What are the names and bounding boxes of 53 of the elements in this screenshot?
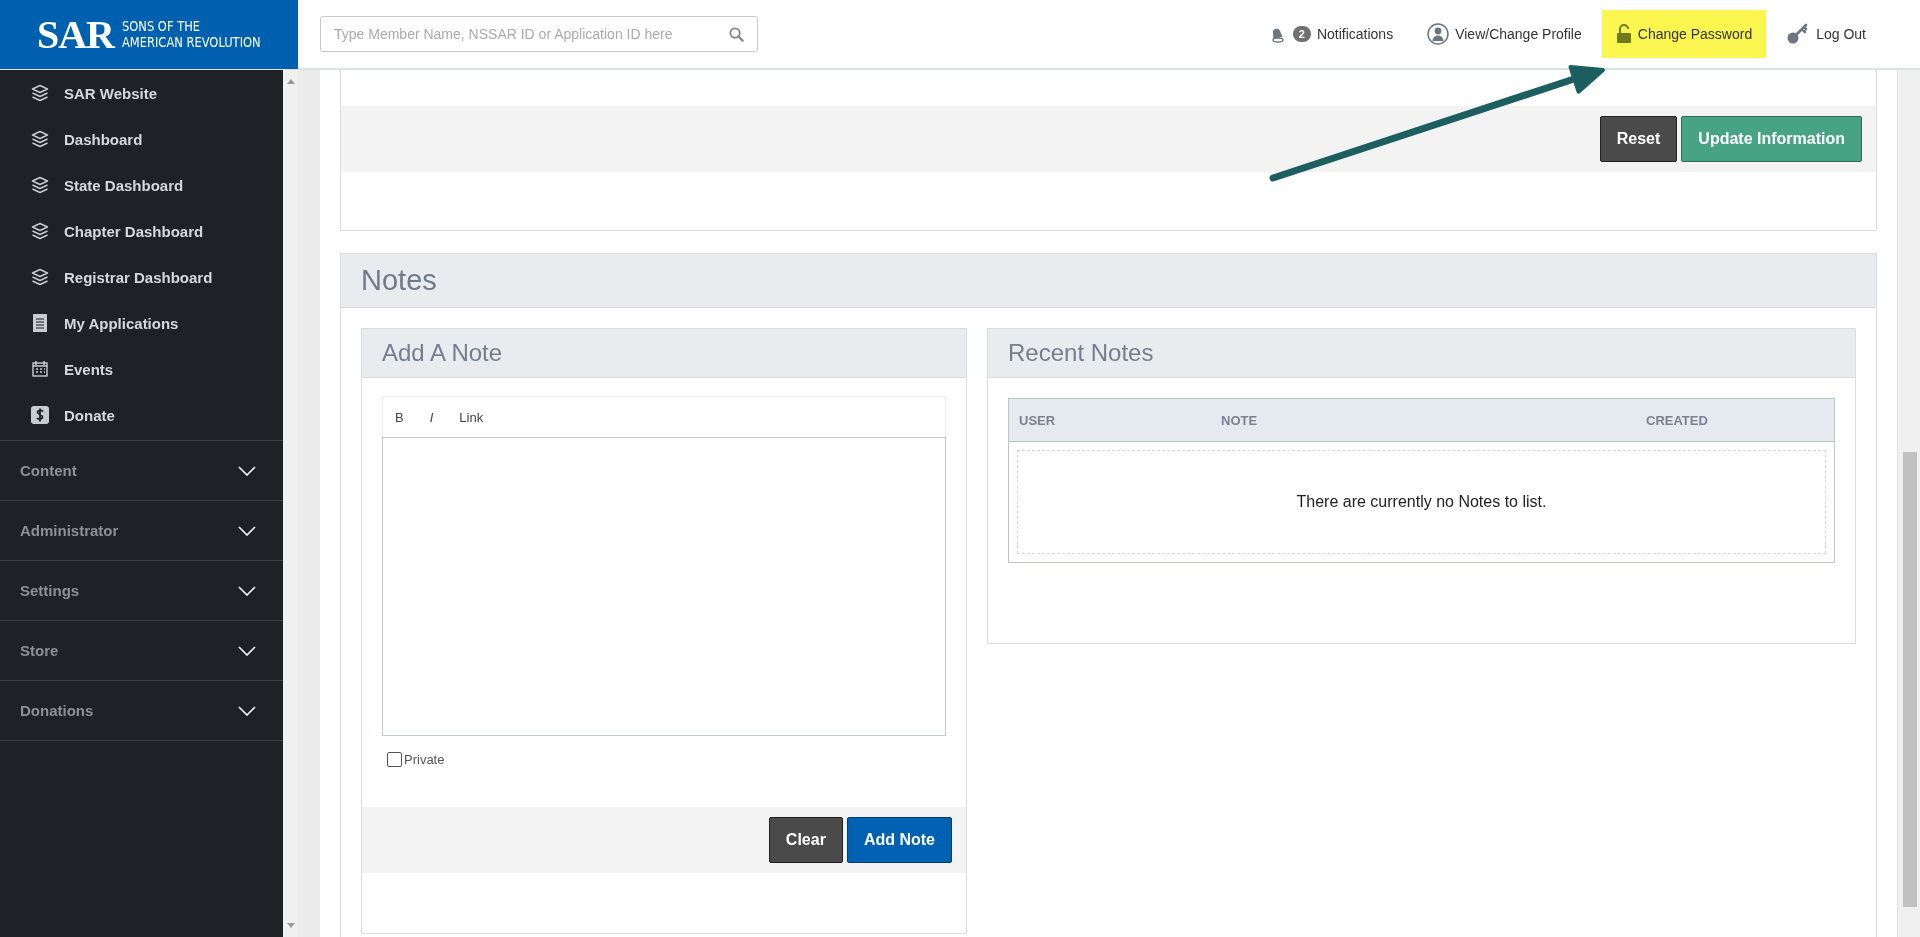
layers-icon	[31, 268, 49, 286]
sidebar-item[interactable]: State Dashboard	[0, 162, 283, 208]
sidebar-item[interactable]: Dashboard	[0, 116, 283, 162]
nav-link[interactable]: 2 Notifications	[1252, 10, 1408, 58]
column-header: USER	[1019, 412, 1057, 428]
column-header: NOTE	[1221, 412, 1259, 428]
form-button[interactable]: Reset	[1599, 116, 1678, 162]
user-icon	[1427, 23, 1450, 45]
search-icon	[729, 27, 744, 42]
nav-link[interactable]: Change Password	[1601, 10, 1767, 58]
sidebar-item[interactable]: Chapter Dashboard	[0, 208, 283, 254]
form-button[interactable]: Add Note	[846, 817, 952, 863]
layers-icon	[31, 176, 49, 194]
nav-link[interactable]: View/Change Profile	[1413, 10, 1596, 58]
format-button[interactable]: I	[417, 405, 446, 429]
scroll-down-icon[interactable]	[286, 923, 295, 929]
chevron-icon	[238, 465, 256, 476]
layers-icon	[31, 222, 49, 240]
search-field[interactable]: Type Member Name, NSSAR ID or Application ID here	[320, 16, 758, 52]
chevron-icon	[238, 585, 256, 596]
chevron-icon	[238, 645, 256, 656]
format-button[interactable]: Link	[453, 405, 490, 429]
layers-icon	[31, 130, 49, 148]
panel-title: Add A Note	[362, 329, 966, 378]
nav-link[interactable]: Log Out	[1772, 10, 1880, 58]
chevron-icon	[238, 525, 256, 536]
notification-count: 2	[1292, 26, 1311, 42]
sidebar-item[interactable]: Donate	[0, 392, 283, 438]
format-button[interactable]: B	[389, 405, 410, 429]
nav-label: View/Change Profile	[1455, 26, 1582, 42]
sidebar-item[interactable]: Events	[0, 346, 283, 392]
chevron-icon	[238, 705, 256, 716]
dollar-icon	[31, 406, 49, 424]
column-header: CREATED	[1646, 412, 1709, 428]
sidebar-item[interactable]: My Applications	[0, 300, 283, 346]
sidebar-item[interactable]: SAR Website	[0, 70, 283, 116]
rich-text-editor[interactable]: B I Link	[382, 396, 946, 736]
checkbox-label: Private	[404, 752, 445, 767]
scroll-up-icon[interactable]	[286, 78, 295, 84]
scrollbar-thumb[interactable]	[1903, 452, 1917, 907]
section-title: Notes	[341, 254, 1876, 308]
unlocked-padlock-icon	[1615, 24, 1632, 44]
form-button[interactable]: Clear	[768, 817, 843, 863]
sidebar-item[interactable]: Registrar Dashboard	[0, 254, 283, 300]
nav-label: Log Out	[1816, 26, 1866, 42]
nav-label: Change Password	[1637, 26, 1753, 42]
checkbox[interactable]	[387, 752, 402, 767]
panel-title: Recent Notes	[988, 329, 1855, 378]
document-icon	[33, 314, 47, 332]
empty-message: There are currently no Notes to list.	[1296, 493, 1547, 511]
layers-icon	[31, 84, 49, 102]
calendar-icon	[32, 361, 48, 377]
nav-label: Notifications	[1316, 26, 1394, 42]
